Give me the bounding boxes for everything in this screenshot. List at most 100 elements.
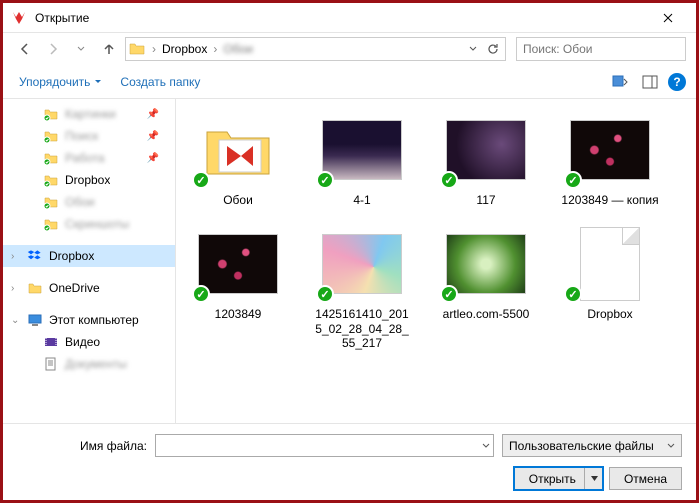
image-thumbnail: [446, 120, 526, 180]
help-button[interactable]: ?: [668, 73, 686, 91]
preview-pane-button[interactable]: [638, 70, 662, 94]
file-thumbnail: [580, 227, 640, 301]
breadcrumb-segment[interactable]: Обои: [219, 42, 257, 56]
folder-icon: [43, 106, 59, 122]
file-label: 1203849: [215, 307, 262, 321]
file-grid[interactable]: Обои 4-1 117 1203849 — копия 1203849 14251614…: [175, 99, 696, 423]
chevron-down-icon: [94, 79, 102, 84]
tree-item[interactable]: Скриншоты: [3, 213, 175, 235]
file-item[interactable]: Dropbox: [560, 225, 660, 350]
search-box[interactable]: [516, 37, 686, 61]
folder-icon: [43, 150, 59, 166]
image-thumbnail: [322, 234, 402, 294]
file-item[interactable]: Обои: [188, 111, 288, 207]
file-item[interactable]: artleo.com-5500: [436, 225, 536, 350]
chevron-right-icon: ›: [211, 42, 219, 56]
tree-label: OneDrive: [49, 281, 100, 295]
tree-label: Dropbox: [49, 249, 94, 263]
open-label: Открыть: [529, 472, 576, 486]
file-label: 4-1: [353, 193, 370, 207]
tree-item[interactable]: Поиск 📌: [3, 125, 175, 147]
documents-icon: [43, 356, 59, 372]
image-thumbnail: [322, 120, 402, 180]
tree-label: Поиск: [65, 129, 98, 143]
chevron-right-icon: ›: [150, 42, 158, 56]
sync-check-icon: [316, 285, 334, 303]
tree-item-onedrive[interactable]: › OneDrive: [3, 277, 175, 299]
sync-check-icon: [440, 285, 458, 303]
image-thumbnail: [570, 120, 650, 180]
tree-item[interactable]: Обои: [3, 191, 175, 213]
title-bar: Открытие: [3, 3, 696, 33]
folder-thumbnail: [203, 122, 273, 178]
tree-item-documents[interactable]: Документы: [3, 353, 175, 375]
tree-item-this-pc[interactable]: ⌄ Этот компьютер: [3, 309, 175, 331]
open-button[interactable]: Открыть: [514, 467, 603, 490]
filename-label: Имя файла:: [17, 439, 147, 453]
chevron-right-icon[interactable]: ›: [11, 251, 14, 262]
image-thumbnail: [446, 234, 526, 294]
tree-label: Скриншоты: [65, 217, 129, 231]
tree-item-dropbox[interactable]: › Dropbox: [3, 245, 175, 267]
back-button[interactable]: [13, 37, 37, 61]
folder-icon: [43, 194, 59, 210]
filename-input[interactable]: [155, 434, 494, 457]
tree-label: Этот компьютер: [49, 313, 139, 327]
recent-dropdown[interactable]: [69, 37, 93, 61]
file-item[interactable]: 1203849 — копия: [560, 111, 660, 207]
up-button[interactable]: [97, 37, 121, 61]
forward-button[interactable]: [41, 37, 65, 61]
file-item[interactable]: 117: [436, 111, 536, 207]
breadcrumb-segment[interactable]: Dropbox: [158, 42, 211, 56]
folder-icon: [27, 280, 43, 296]
sync-check-icon: [192, 285, 210, 303]
toolbar: Упорядочить Создать папку ?: [3, 65, 696, 99]
chevron-down-icon[interactable]: ⌄: [11, 315, 19, 326]
tree-item[interactable]: Картинки 📌: [3, 103, 175, 125]
address-dropdown[interactable]: [463, 38, 483, 60]
pin-icon: 📌: [147, 131, 159, 142]
file-item[interactable]: 1203849: [188, 225, 288, 350]
tree-label: Обои: [65, 195, 95, 209]
file-label: 1425161410_2015_02_28_04_28_55_217: [312, 307, 412, 350]
organize-label: Упорядочить: [19, 75, 90, 89]
tree-item[interactable]: Работа📌: [3, 147, 175, 169]
tree-label: Документы: [65, 357, 127, 371]
body: Картинки 📌 Поиск 📌 Работа📌 Dropbox Обои Скриншо…: [3, 99, 696, 424]
chevron-down-icon: [667, 443, 675, 449]
file-label: artleo.com-5500: [443, 307, 530, 321]
pin-icon: 📌: [147, 109, 159, 120]
image-thumbnail: [198, 234, 278, 294]
sync-check-icon: [564, 171, 582, 189]
tree-item-video[interactable]: Видео: [3, 331, 175, 353]
tree-label: Dropbox: [65, 173, 110, 187]
chevron-right-icon[interactable]: ›: [11, 283, 14, 294]
close-button[interactable]: [648, 3, 688, 33]
view-button[interactable]: [608, 70, 632, 94]
file-type-filter[interactable]: Пользовательские файлы: [502, 434, 682, 457]
folder-icon: [43, 128, 59, 144]
new-folder-button[interactable]: Создать папку: [114, 71, 206, 93]
tree-label: Работа: [65, 151, 105, 165]
file-label: 1203849 — копия: [561, 193, 658, 207]
file-label: 117: [476, 193, 495, 207]
cancel-button[interactable]: Отмена: [609, 467, 682, 490]
refresh-button[interactable]: [483, 38, 503, 60]
file-label: Dropbox: [587, 307, 632, 321]
file-item[interactable]: 1425161410_2015_02_28_04_28_55_217: [312, 225, 412, 350]
open-split-dropdown[interactable]: [584, 468, 598, 489]
search-input[interactable]: [523, 42, 679, 56]
file-item[interactable]: 4-1: [312, 111, 412, 207]
filename-dropdown[interactable]: [482, 438, 490, 452]
organize-button[interactable]: Упорядочить: [13, 71, 108, 93]
address-bar[interactable]: › Dropbox › Обои: [125, 37, 506, 61]
dropbox-icon: [27, 248, 43, 264]
tree-label: Картинки: [65, 107, 116, 121]
sidebar[interactable]: Картинки 📌 Поиск 📌 Работа📌 Dropbox Обои Скриншо…: [3, 99, 175, 423]
filter-label: Пользовательские файлы: [509, 439, 654, 453]
computer-icon: [27, 312, 43, 328]
window-title: Открытие: [35, 11, 648, 25]
app-icon: [11, 10, 27, 26]
sync-check-icon: [440, 171, 458, 189]
tree-item[interactable]: Dropbox: [3, 169, 175, 191]
